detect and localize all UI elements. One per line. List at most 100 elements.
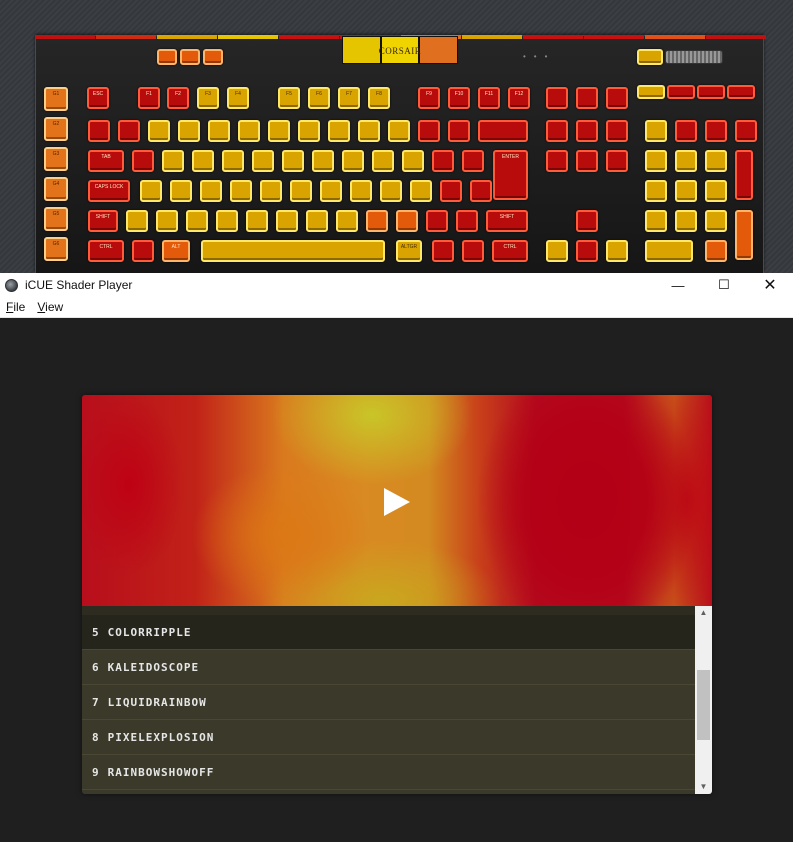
menu-file-label: ile [13, 300, 26, 314]
keyboard-key [462, 150, 484, 172]
keyboard-key [418, 120, 440, 142]
keyboard-key [645, 150, 667, 172]
shader-list-item[interactable]: 7 LIQUIDRAINBOW [82, 685, 695, 720]
keyboard-key [546, 240, 568, 262]
light-strip-segment [523, 35, 583, 39]
scroll-thumb[interactable] [697, 670, 710, 740]
keyboard-key [328, 120, 350, 142]
keyboard-key [238, 120, 260, 142]
keyboard-key [148, 120, 170, 142]
keyboard-key [606, 150, 628, 172]
shader-preview[interactable] [82, 395, 712, 606]
light-strip-segment [96, 35, 156, 39]
keyboard-key [576, 240, 598, 262]
keyboard-key [170, 180, 192, 202]
menu-view-label: iew [45, 300, 64, 314]
keyboard-key [298, 120, 320, 142]
keyboard-key [350, 180, 372, 202]
shader-name: KALEIDOSCOPE [107, 660, 200, 674]
keyboard-key [675, 150, 697, 172]
menu-file[interactable]: File [0, 300, 31, 314]
shader-list: 5 COLORRIPPLE 6 KALEIDOSCOPE 7 LIQUIDRAINBOW 8… [82, 606, 695, 794]
keyboard-key: F10 [448, 87, 470, 109]
keyboard-key [252, 150, 274, 172]
keyboard-key [192, 150, 214, 172]
shader-number: 6 [92, 660, 100, 674]
shader-name: PIXELEXPLOSION [107, 730, 215, 744]
keyboard-key [675, 180, 697, 202]
keyboard-key [216, 210, 238, 232]
keyboard-key [282, 150, 304, 172]
keyboard-key [426, 210, 448, 232]
keyboard-key: ENTER [493, 150, 528, 200]
keyboard-key [675, 210, 697, 232]
keyboard-key [260, 180, 282, 202]
keyboard-key: F11 [478, 87, 500, 109]
maximize-button[interactable]: ☐ [701, 273, 747, 297]
keyboard-key [675, 120, 697, 142]
keyboard-key: G1 [44, 87, 68, 111]
scroll-up-icon[interactable]: ▲ [695, 606, 712, 620]
shader-list-item[interactable]: 9 RAINBOWSHOWOFF [82, 755, 695, 790]
light-strip-segment [218, 35, 278, 39]
title-bar: iCUE Shader Player — ☐ ✕ [0, 273, 793, 297]
keyboard-key: F5 [278, 87, 300, 109]
play-icon[interactable] [384, 488, 410, 516]
minimize-button[interactable]: — [655, 273, 701, 297]
keyboard-key [645, 180, 667, 202]
keyboard-key [448, 120, 470, 142]
keyboard-key [705, 150, 727, 172]
keyboard-key: F12 [508, 87, 530, 109]
keyboard-key [201, 240, 385, 262]
shader-name: RAINBOWSHOWOFF [107, 765, 215, 779]
indicator-dots: ••• [523, 52, 556, 61]
keyboard-key [546, 150, 568, 172]
keyboard-key [380, 180, 402, 202]
keyboard-key: G5 [44, 207, 68, 231]
keyboard-key: TAB [88, 150, 124, 172]
keyboard-key: F8 [368, 87, 390, 109]
keyboard-key [290, 180, 312, 202]
menu-bar: File View [0, 297, 793, 318]
keyboard-key: CAPS LOCK [88, 180, 130, 202]
keyboard-key [132, 150, 154, 172]
shader-number: 5 [92, 625, 100, 639]
shader-list-item[interactable]: 6 KALEIDOSCOPE [82, 650, 695, 685]
menu-view[interactable]: View [31, 300, 69, 314]
keyboard-key: G2 [44, 117, 68, 141]
keyboard-key [645, 120, 667, 142]
keyboard-key [735, 150, 753, 200]
shader-list-item[interactable]: 8 PIXELEXPLOSION [82, 720, 695, 755]
keyboard-key [456, 210, 478, 232]
list-scrollbar[interactable]: ▲ ▼ [695, 606, 712, 794]
close-button[interactable]: ✕ [747, 273, 793, 297]
keyboard-key [727, 85, 755, 99]
keyboard-key [735, 210, 753, 260]
keyboard-key [342, 150, 364, 172]
keyboard-key: CTRL [88, 240, 124, 262]
shader-player-card: 5 COLORRIPPLE 6 KALEIDOSCOPE 7 LIQUIDRAINBOW 8… [82, 395, 712, 794]
shader-name: COLORRIPPLE [107, 625, 192, 639]
keyboard-key [432, 150, 454, 172]
keyboard-key [402, 150, 424, 172]
main-content: 5 COLORRIPPLE 6 KALEIDOSCOPE 7 LIQUIDRAINBOW 8… [0, 318, 793, 842]
keyboard-key: F2 [167, 87, 189, 109]
keyboard-key: F4 [227, 87, 249, 109]
light-strip-segment [35, 35, 95, 39]
keyboard-preview: CORSAIR ••• G1 G2 G3 G4 G5 G6 ESC F1 F2 F3 F4 F5 F6 F… [0, 0, 793, 273]
keyboard-key [312, 150, 334, 172]
keyboard-key [432, 240, 454, 262]
keyboard-key [606, 120, 628, 142]
keyboard-key [336, 210, 358, 232]
keyboard-key [246, 210, 268, 232]
keyboard-key [157, 49, 177, 65]
keyboard-key: SHIFT [486, 210, 528, 232]
shader-list-item[interactable]: 5 COLORRIPPLE [82, 615, 695, 650]
keyboard-key [118, 120, 140, 142]
keyboard-key [186, 210, 208, 232]
keyboard-key: F7 [338, 87, 360, 109]
scroll-down-icon[interactable]: ▼ [695, 780, 712, 794]
keyboard-key [268, 120, 290, 142]
brand-logo: CORSAIR [378, 46, 422, 56]
keyboard-key [606, 87, 628, 109]
